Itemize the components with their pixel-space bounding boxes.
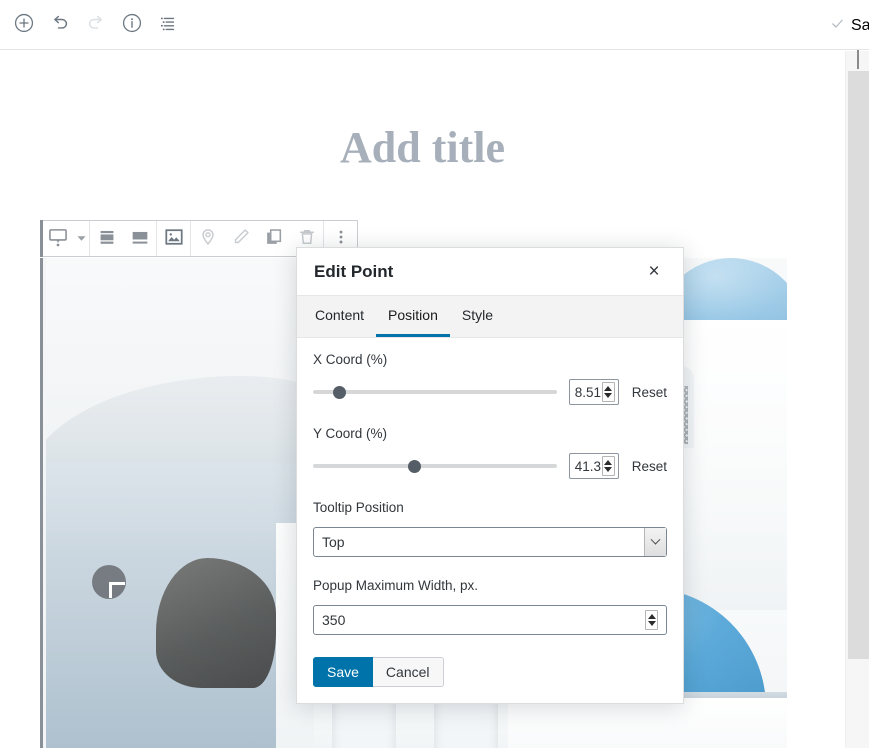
image-group — [157, 221, 191, 256]
stepper-up-icon — [647, 614, 656, 619]
y-coord-slider-thumb[interactable] — [408, 459, 422, 473]
tooltip-position-value: Top — [322, 534, 345, 550]
add-block-button[interactable] — [6, 7, 42, 43]
cancel-button[interactable]: Cancel — [372, 657, 444, 687]
y-coord-slider-track — [313, 464, 557, 468]
image-icon — [163, 226, 185, 251]
block-type-button[interactable] — [41, 221, 74, 256]
list-view-icon — [157, 12, 179, 37]
popup-max-width-label: Popup Maximum Width, px. — [313, 578, 479, 593]
tab-position[interactable]: Position — [376, 296, 450, 337]
post-title-placeholder[interactable]: Add title — [0, 126, 845, 170]
chevron-down-icon[interactable] — [644, 528, 666, 556]
popup-max-width-value: 350 — [322, 612, 346, 628]
modal-body: X Coord (%) 8.51 Reset Y Coord (%) 41.3 … — [297, 338, 683, 703]
save-status[interactable]: Sav — [830, 16, 869, 36]
check-icon — [830, 16, 845, 36]
y-coord-input[interactable]: 41.3 — [568, 453, 619, 479]
duplicate-point-button[interactable] — [257, 221, 290, 256]
y-coord-reset-link[interactable]: Reset — [632, 459, 667, 474]
redo-icon — [85, 12, 107, 37]
y-coord-row: 41.3 Reset — [313, 453, 667, 479]
modal-title: Edit Point — [314, 261, 394, 281]
modal-header: Edit Point × — [297, 248, 683, 296]
block-type-group — [41, 221, 90, 256]
photo-base-right — [486, 698, 787, 748]
map-pin-icon — [197, 226, 219, 251]
info-circle-icon — [121, 12, 143, 37]
chevron-up-icon — [857, 50, 859, 70]
duplicate-icon — [263, 226, 285, 251]
stepper-up-icon — [604, 386, 613, 391]
add-point-button[interactable] — [191, 221, 224, 256]
y-coord-value: 41.3 — [574, 458, 601, 474]
popup-max-width-input[interactable]: 350 — [313, 605, 667, 635]
pencil-icon — [230, 226, 252, 251]
tooltip-position-select[interactable]: Top — [313, 527, 667, 557]
y-coord-stepper[interactable] — [601, 456, 615, 476]
block-type-caret[interactable] — [74, 230, 89, 248]
x-coord-input[interactable]: 8.51 — [568, 379, 619, 405]
save-button[interactable]: Save — [313, 657, 373, 687]
x-coord-row: 8.51 Reset — [313, 379, 667, 405]
details-button[interactable] — [114, 7, 150, 43]
scrollbar-thumb[interactable] — [848, 71, 869, 659]
tab-style[interactable]: Style — [450, 296, 505, 337]
vertical-scrollbar[interactable] — [845, 50, 869, 748]
modal-actions: Save Cancel — [313, 657, 667, 687]
align-center-button[interactable] — [90, 221, 123, 256]
stepper-up-icon — [604, 460, 613, 465]
y-coord-label: Y Coord (%) — [313, 426, 388, 441]
tooltip-position-label: Tooltip Position — [313, 500, 404, 515]
save-status-label: Sav — [851, 17, 869, 34]
close-icon[interactable]: × — [641, 259, 667, 285]
redo-button[interactable] — [78, 7, 114, 43]
edit-image-button[interactable] — [157, 221, 190, 256]
edit-point-modal: Edit Point × Content Position Style X Co… — [296, 247, 684, 704]
x-coord-slider-thumb[interactable] — [332, 385, 346, 399]
x-coord-reset-link[interactable]: Reset — [632, 385, 667, 400]
x-coord-label: X Coord (%) — [313, 352, 388, 367]
photo-rock-outcrop — [156, 558, 276, 688]
align-full-icon — [129, 226, 151, 251]
stepper-down-icon — [647, 621, 656, 626]
editor-header: Sav — [0, 0, 869, 50]
edit-point-button[interactable] — [224, 221, 257, 256]
stepper-down-icon — [604, 393, 613, 398]
x-coord-value: 8.51 — [574, 384, 601, 400]
editor-canvas: Add title Edit Point × Content Position … — [0, 51, 845, 748]
modal-tabs: Content Position Style — [297, 296, 683, 338]
alignment-group — [90, 221, 157, 256]
chevron-down-icon — [77, 230, 86, 248]
x-coord-slider[interactable] — [313, 383, 557, 401]
x-coord-stepper[interactable] — [601, 382, 615, 402]
y-coord-slider[interactable] — [313, 457, 557, 475]
hotspot-block-icon — [47, 226, 69, 251]
popup-max-width-stepper[interactable] — [645, 610, 658, 630]
align-full-button[interactable] — [123, 221, 156, 256]
x-coord-slider-track — [313, 390, 557, 394]
scroll-up-button[interactable] — [846, 50, 869, 71]
stepper-down-icon — [604, 467, 613, 472]
undo-icon — [49, 12, 71, 37]
undo-button[interactable] — [42, 7, 78, 43]
editor-header-tools — [0, 7, 186, 43]
plus-circle-icon — [13, 12, 35, 37]
tab-content[interactable]: Content — [303, 296, 376, 337]
align-center-icon — [96, 226, 118, 251]
block-navigation-button[interactable] — [150, 7, 186, 43]
